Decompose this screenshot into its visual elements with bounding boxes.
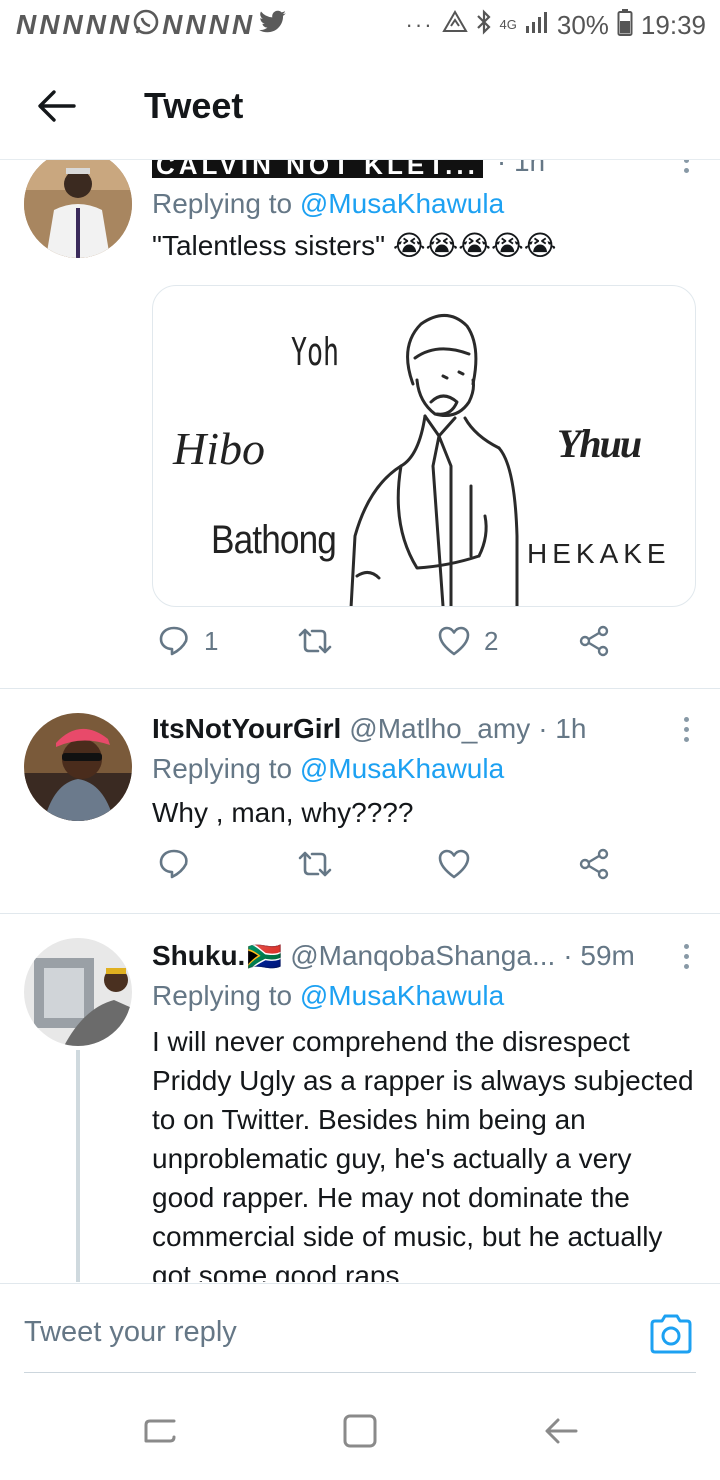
- retweet-icon: [298, 628, 332, 654]
- notification-icon: N: [39, 9, 61, 40]
- twitter-bird-icon: [259, 10, 287, 41]
- reply-button[interactable]: 1: [158, 625, 218, 657]
- system-nav-bar: [0, 1383, 720, 1480]
- reply-feed[interactable]: CALVIN NOT KLET... · 1h Replying to @Mus…: [0, 160, 720, 1282]
- tweet-header: ItsNotYourGirl @Matlho_amy · 1h: [152, 709, 696, 749]
- tweet-time: · 1h: [538, 713, 587, 744]
- more-options-icon[interactable]: [676, 938, 696, 974]
- replying-to: Replying to @MusaKhawula: [152, 976, 696, 1016]
- whatsapp-icon: [132, 8, 160, 43]
- tweet-text: I will never comprehend the disrespect P…: [152, 1026, 694, 1282]
- display-name[interactable]: CALVIN NOT KLET...: [152, 160, 483, 178]
- tweet-header: CALVIN NOT KLET... · 1h: [152, 160, 696, 178]
- share-icon: [579, 625, 609, 657]
- clock: 19:39: [640, 9, 706, 40]
- top-app-bar: Tweet: [0, 52, 720, 160]
- notification-icon: N: [62, 9, 84, 40]
- thinking-man-illustration: [349, 314, 519, 606]
- notification-icons: N N N N N N N N N: [16, 8, 287, 43]
- back-arrow-icon[interactable]: [26, 76, 86, 136]
- camera-icon[interactable]: [648, 1312, 694, 1356]
- overflow-dots: ···: [405, 12, 434, 37]
- tweet-item[interactable]: CALVIN NOT KLET... · 1h Replying to @Mus…: [0, 160, 720, 689]
- tweet-body: CALVIN NOT KLET... · 1h Replying to @Mus…: [152, 160, 696, 265]
- notification-icon: N: [185, 9, 207, 40]
- thread-connector: [76, 1050, 80, 1282]
- south-africa-flag-icon: 🇿🇦: [247, 940, 283, 972]
- display-name[interactable]: Shuku.: [152, 940, 245, 972]
- tweet-body: ItsNotYourGirl @Matlho_amy · 1h Replying…: [152, 709, 696, 832]
- mention-link[interactable]: @MusaKhawula: [300, 188, 504, 219]
- retweet-icon: [298, 851, 332, 877]
- tweet-actions: 1 2: [152, 621, 632, 661]
- replying-to: Replying to @MusaKhawula: [152, 184, 696, 224]
- tweet-text: "Talentless sisters" 😭😭😭😭😭: [152, 230, 557, 261]
- heart-icon: [438, 849, 470, 879]
- system-icons: ··· 4G 30% 19:39: [406, 8, 706, 43]
- recent-apps-icon[interactable]: [140, 1411, 180, 1451]
- replying-to: Replying to @MusaKhawula: [152, 749, 696, 789]
- image-word: Bathong: [211, 518, 337, 562]
- share-icon: [579, 848, 609, 880]
- notification-icon: N: [108, 9, 131, 40]
- notification-icon: N: [16, 9, 38, 40]
- heart-icon: [438, 626, 470, 656]
- more-options-icon[interactable]: [676, 160, 696, 178]
- notification-icon: N: [85, 9, 107, 40]
- battery-percent: 30%: [556, 9, 609, 40]
- home-icon[interactable]: [340, 1411, 380, 1451]
- share-button[interactable]: [578, 848, 610, 880]
- replying-to-label: Replying to: [152, 188, 300, 219]
- tweet-header: Shuku. 🇿🇦 @ManqobaShanga... · 59m: [152, 936, 696, 976]
- tweet-actions: [152, 844, 632, 884]
- avatar[interactable]: [24, 160, 132, 258]
- reply-button[interactable]: [158, 848, 190, 880]
- data-saver-icon: [441, 9, 468, 41]
- reply-count: 1: [204, 625, 219, 656]
- retweet-button[interactable]: [298, 627, 332, 655]
- tweet-text: Why , man, why????: [152, 797, 414, 828]
- share-button[interactable]: [578, 625, 610, 657]
- retweet-button[interactable]: [298, 850, 332, 878]
- divider: [24, 1372, 696, 1373]
- image-word: Yoh: [291, 330, 340, 374]
- back-icon[interactable]: [542, 1411, 582, 1451]
- battery-icon: [617, 8, 633, 43]
- tweet-time: · 59m: [563, 940, 635, 971]
- mention-link[interactable]: @MusaKhawula: [300, 980, 504, 1011]
- replying-to-label: Replying to: [152, 980, 300, 1011]
- bluetooth-icon: [476, 8, 492, 42]
- tweet-image[interactable]: Yoh Hibo Bathong Yhuu HEKAKE: [152, 285, 696, 607]
- image-word: Yhuu: [557, 421, 642, 466]
- user-handle[interactable]: @Matlho_amy: [349, 713, 530, 745]
- replying-to-label: Replying to: [152, 753, 300, 784]
- mention-link[interactable]: @MusaKhawula: [300, 753, 504, 784]
- reply-composer: Tweet your reply: [0, 1283, 720, 1383]
- tweet-item[interactable]: ItsNotYourGirl @Matlho_amy · 1h Replying…: [0, 689, 720, 914]
- tweet-body: Shuku. 🇿🇦 @ManqobaShanga... · 59m Replyi…: [152, 936, 696, 1282]
- more-options-icon[interactable]: [676, 711, 696, 747]
- reply-icon: [159, 849, 188, 879]
- image-word: HEKAKE: [527, 538, 671, 569]
- tweet-time: · 1h: [496, 160, 546, 177]
- tweet-item[interactable]: Shuku. 🇿🇦 @ManqobaShanga... · 59m Replyi…: [0, 914, 720, 1282]
- page-title: Tweet: [144, 84, 244, 126]
- avatar[interactable]: [24, 713, 132, 821]
- network-type: 4G: [499, 17, 517, 32]
- status-bar: N N N N N N N N N ··· 4G 30% 19:39: [0, 0, 720, 50]
- avatar[interactable]: [24, 938, 132, 1046]
- notification-icon: N: [231, 9, 254, 40]
- notification-icon: N: [208, 9, 230, 40]
- image-word: Hibo: [173, 423, 265, 474]
- like-count: 2: [484, 625, 499, 656]
- user-handle[interactable]: @ManqobaShanga...: [290, 940, 555, 972]
- reply-icon: [159, 626, 188, 656]
- notification-icon: N: [162, 9, 184, 40]
- like-button[interactable]: [438, 849, 470, 879]
- reply-input[interactable]: Tweet your reply: [24, 1316, 237, 1349]
- display-name[interactable]: ItsNotYourGirl: [152, 713, 341, 745]
- like-button[interactable]: 2: [438, 626, 498, 657]
- signal-icon: [525, 10, 549, 41]
